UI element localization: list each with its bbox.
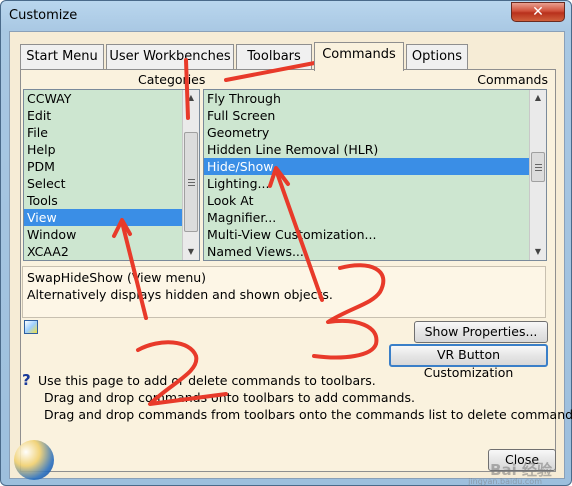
tab-options[interactable]: Options [406,44,468,70]
list-item[interactable]: Named Views... [204,243,546,260]
command-description: SwapHideShow (View menu) Alternatively d… [22,266,546,318]
close-icon: ✕ [532,4,544,20]
categories-list[interactable]: CCWAY Edit File Help PDM Select Tools Vi… [23,89,200,261]
help-line-3: Drag and drop commands from toolbars ont… [44,407,572,422]
window-title: Customize [9,8,78,23]
list-item[interactable]: Geometry [204,124,546,141]
list-item[interactable]: Multi-View Customization... [204,226,546,243]
globe-icon [14,440,54,480]
list-item[interactable]: CCWAY [24,90,199,107]
help-text: ? Use this page to add or delete commands… [22,372,572,423]
list-item[interactable]: Look At [204,192,546,209]
list-item[interactable]: Magnifier... [204,209,546,226]
description-line-2: Alternatively displays hidden and shown … [27,287,333,302]
grip-line [188,179,195,180]
title-bar[interactable]: Customize ✕ [1,1,571,31]
question-icon: ? [22,371,31,389]
list-item[interactable]: File [24,124,199,141]
list-item[interactable]: Lighting... [204,175,546,192]
scroll-down-icon[interactable]: ▼ [530,244,546,260]
list-item[interactable]: Help [24,141,199,158]
description-line-1: SwapHideShow (View menu) [27,270,207,285]
help-line-1-text: Use this page to add or delete commands … [38,373,376,388]
list-item-selected[interactable]: View [24,209,182,226]
list-item[interactable]: Tools [24,192,199,209]
tab-label: Toolbars [247,49,301,64]
tab-label: Options [411,49,463,64]
scroll-thumb[interactable] [531,152,545,182]
list-item[interactable]: Fly Through [204,90,546,107]
close-window-button[interactable]: ✕ [511,2,565,22]
grip-line [188,182,195,183]
help-line-2: Drag and drop commands onto toolbars to … [44,390,415,405]
grip-line [535,164,542,165]
list-item[interactable]: Window [24,226,199,243]
scroll-up-icon[interactable]: ▲ [530,90,546,106]
categories-scrollbar[interactable]: ▲ ▼ [182,90,199,260]
watermark-url: jingyan.baidu.com [468,477,542,486]
tab-commands[interactable]: Commands [314,42,404,71]
categories-label: Categories [138,72,206,87]
grip-line [188,185,195,186]
tab-label: User Workbenches [109,49,231,64]
commands-scrollbar[interactable]: ▲ ▼ [529,90,546,260]
command-icon [24,320,38,334]
grip-line [535,167,542,168]
tab-user-workbenches[interactable]: User Workbenches [106,44,234,70]
list-item[interactable]: Edit [24,107,199,124]
tab-start-menu[interactable]: Start Menu [20,44,104,70]
list-item[interactable]: Full Screen [204,107,546,124]
tab-toolbars[interactable]: Toolbars [236,44,312,70]
scroll-thumb[interactable] [184,132,198,232]
commands-list[interactable]: Fly Through Full Screen Geometry Hidden … [203,89,547,261]
commands-label: Commands [477,72,548,87]
scroll-up-icon[interactable]: ▲ [183,90,199,106]
vr-button-customization-button[interactable]: VR Button Customization [389,344,548,380]
show-properties-button[interactable]: Show Properties... [414,321,548,343]
list-item-selected[interactable]: Hide/Show [204,158,529,175]
list-item[interactable]: Select [24,175,199,192]
list-item[interactable]: XCAA2 [24,243,199,260]
scroll-down-icon[interactable]: ▼ [183,244,199,260]
help-line-1: ? Use this page to add or delete commands… [22,372,552,389]
grip-line [535,170,542,171]
list-item[interactable]: PDM [24,158,199,175]
tab-label: Commands [322,47,396,62]
tab-label: Start Menu [26,49,98,64]
list-item[interactable]: Hidden Line Removal (HLR) [204,141,546,158]
